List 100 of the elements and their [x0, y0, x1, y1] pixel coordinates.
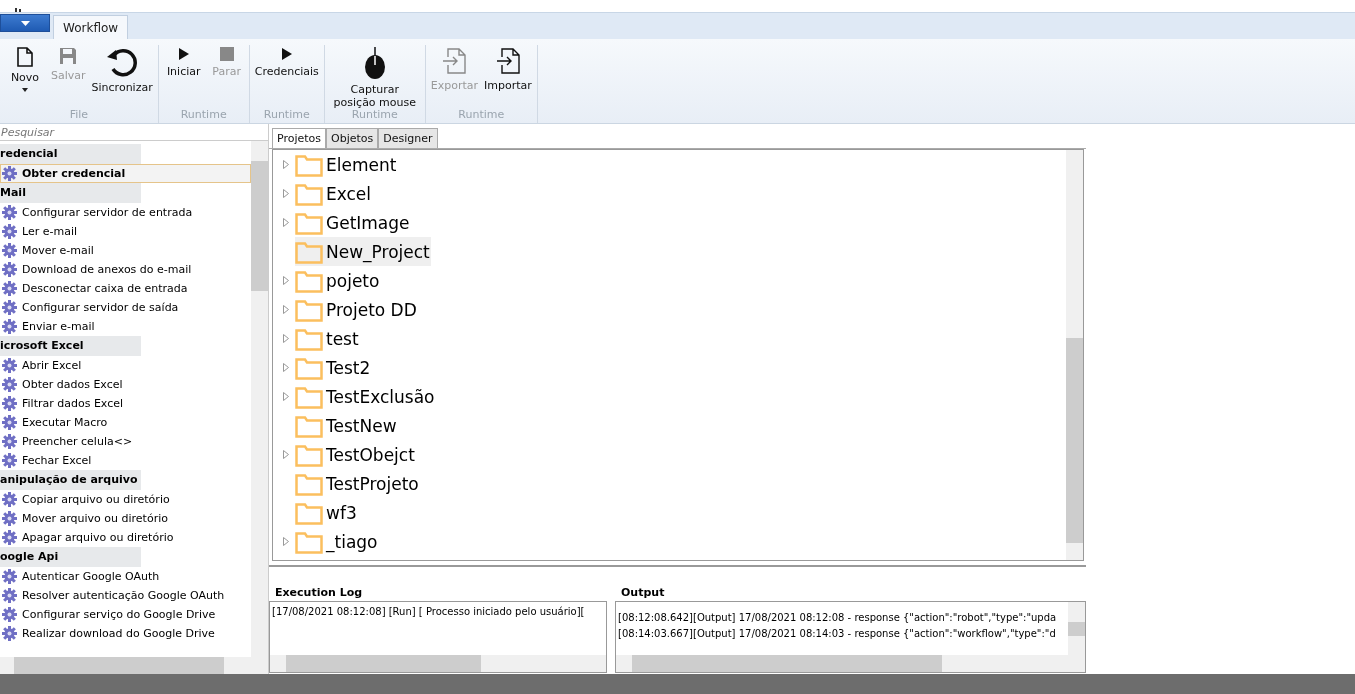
panel-title: Output — [620, 585, 666, 601]
activity-item[interactable]: Mover arquivo ou diretório — [0, 509, 251, 528]
panel-tab[interactable]: Designer — [378, 128, 438, 148]
gear-icon — [1, 300, 18, 315]
activity-item[interactable]: Copiar arquivo ou diretório — [0, 490, 251, 509]
expand-arrow-icon[interactable] — [283, 218, 289, 227]
expand-arrow-icon[interactable] — [283, 276, 289, 285]
folder-icon — [295, 442, 323, 467]
expand-arrow-icon[interactable] — [283, 363, 289, 372]
gear-icon — [1, 319, 18, 334]
project-folder-item[interactable]: TestProjeto — [295, 469, 420, 498]
panel-tab[interactable]: Objetos — [326, 128, 379, 148]
project-folder-item[interactable]: Element — [295, 150, 398, 179]
group-label: Runtime — [457, 108, 506, 123]
activity-item[interactable]: Fechar Excel — [0, 451, 251, 470]
folder-icon — [295, 210, 323, 235]
activity-item[interactable]: Filtrar dados Excel — [0, 394, 251, 413]
ribbon-button[interactable]: Iniciar — [160, 45, 207, 107]
folder-icon — [295, 471, 323, 496]
category-header: oogle Api — [0, 547, 141, 567]
activity-item[interactable]: Abrir Excel — [0, 356, 251, 375]
expand-arrow-icon[interactable] — [283, 392, 289, 401]
activity-item[interactable]: Obter credencial — [0, 164, 251, 183]
gear-icon — [1, 415, 18, 430]
page-icon — [17, 47, 33, 67]
activity-item[interactable]: Preencher celula<> — [0, 432, 251, 451]
project-folder-item[interactable]: Excel — [295, 179, 373, 208]
project-folder-item[interactable]: pojeto — [295, 266, 381, 295]
ribbon-button[interactable]: Sincronizar — [88, 45, 156, 107]
gear-icon — [1, 569, 18, 584]
expand-arrow-icon[interactable] — [283, 189, 289, 198]
project-folder-item[interactable]: wf3 — [295, 498, 358, 527]
horizontal-scrollbar[interactable] — [0, 657, 268, 674]
gear-icon — [1, 492, 18, 507]
activity-item[interactable]: Enviar e-mail — [0, 317, 251, 336]
activity-item[interactable]: Desconectar caixa de entrada — [0, 279, 251, 298]
project-folder-item[interactable]: test — [295, 324, 360, 353]
project-folder-item[interactable]: _tiago — [295, 527, 379, 556]
panel-title: Execution Log — [274, 585, 364, 601]
group-label: Runtime — [179, 108, 228, 123]
ribbon-tab[interactable]: Workflow — [53, 15, 129, 39]
ribbon-button[interactable]: Importar — [481, 45, 535, 107]
activity-item[interactable]: Download de anexos do e-mail — [0, 260, 251, 279]
activity-item[interactable]: Configurar servidor de entrada — [0, 203, 251, 222]
activity-item[interactable]: Configurar servidor de saída — [0, 298, 251, 317]
project-folder-item[interactable]: New_Project — [295, 237, 431, 266]
expand-arrow-icon[interactable] — [283, 450, 289, 459]
activity-item[interactable]: Configurar serviço do Google Drive — [0, 605, 251, 624]
project-folder-item[interactable]: TestObejct — [295, 440, 416, 469]
activity-item[interactable]: Mover e-mail — [0, 241, 251, 260]
log-line: [08:12:08.642][Output] 17/08/2021 08:12:08 - response {"action":"robot","type":"upda — [618, 611, 1058, 625]
log-line: [17/08/2021 08:12:08] [Run] [ Processo iniciado pelo usuário][ — [272, 605, 586, 619]
import-icon — [495, 47, 520, 75]
activity-item[interactable]: Apagar arquivo ou diretório — [0, 528, 251, 547]
project-folder-item[interactable]: GetImage — [295, 208, 411, 237]
caret-icon — [20, 20, 30, 26]
vertical-scrollbar[interactable] — [251, 141, 268, 657]
expand-arrow-icon[interactable] — [283, 160, 289, 169]
category-header: anipulação de arquivo — [0, 470, 141, 490]
folder-icon — [295, 152, 323, 177]
group-label: Runtime — [350, 108, 399, 123]
gear-icon — [1, 588, 18, 603]
expand-arrow-icon[interactable] — [283, 537, 289, 546]
export-icon — [442, 47, 467, 75]
activity-item[interactable]: Autenticar Google OAuth — [0, 567, 251, 586]
ribbon-button[interactable]: Capturar posição mouse — [326, 45, 423, 107]
expand-arrow-icon[interactable] — [283, 305, 289, 314]
activity-item[interactable]: Ler e-mail — [0, 222, 251, 241]
project-folder-item[interactable]: Projeto DD — [295, 295, 418, 324]
log-line: [08:14:03.667][Output] 17/08/2021 08:14:03 - response {"action":"workflow","type":"d — [618, 627, 1057, 641]
panel-tab[interactable]: Projetos — [272, 128, 327, 148]
folder-icon — [295, 326, 323, 351]
gear-icon — [1, 281, 18, 296]
project-folder-item[interactable]: TestNew — [295, 411, 398, 440]
gear-icon — [1, 262, 18, 277]
project-folder-item[interactable]: TestExclusão — [295, 382, 436, 411]
play-icon — [177, 47, 190, 61]
horizontal-scrollbar[interactable] — [616, 655, 1085, 672]
play-icon — [280, 47, 293, 61]
project-folder-item[interactable]: Test2 — [295, 353, 372, 382]
folder-icon — [295, 297, 323, 322]
activity-item[interactable]: Obter dados Excel — [0, 375, 251, 394]
gear-icon — [1, 607, 18, 622]
gear-icon — [1, 530, 18, 545]
application-menu-button[interactable] — [0, 14, 50, 32]
activity-item[interactable]: Resolver autenticação Google OAuth — [0, 586, 251, 605]
folder-icon — [295, 355, 323, 380]
activity-item[interactable]: Realizar download do Google Drive — [0, 624, 251, 643]
ribbon-button[interactable]: Credenciais — [251, 45, 322, 107]
save-icon — [59, 47, 78, 65]
folder-icon — [295, 500, 323, 525]
expand-arrow-icon[interactable] — [283, 334, 289, 343]
vertical-scrollbar[interactable] — [1066, 150, 1083, 560]
vertical-scrollbar[interactable] — [1068, 602, 1085, 655]
gear-icon — [1, 224, 18, 239]
folder-icon — [295, 268, 323, 293]
ribbon-button[interactable]: Novo — [2, 45, 48, 107]
activity-item[interactable]: Executar Macro — [0, 413, 251, 432]
category-header: icrosoft Excel — [0, 336, 141, 356]
horizontal-scrollbar[interactable] — [270, 655, 606, 672]
